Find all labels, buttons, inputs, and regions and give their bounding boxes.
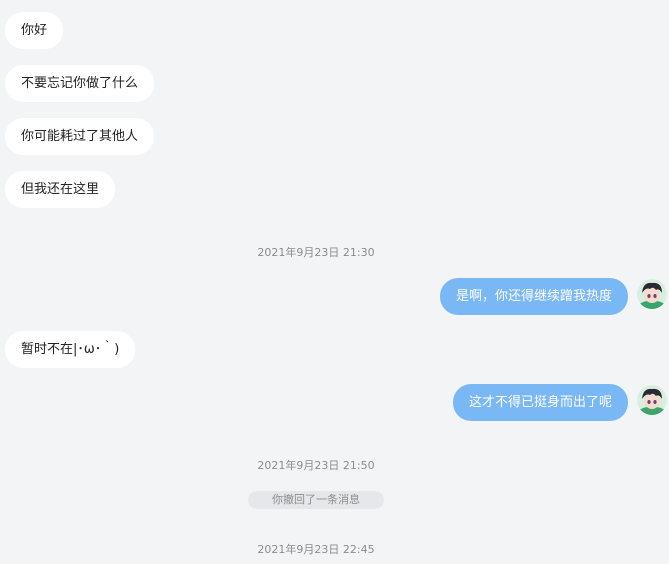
avatar-image (637, 385, 667, 415)
outgoing-message[interactable]: 是啊，你还得继续蹭我热度 (439, 278, 628, 315)
chat-message-list[interactable]: 你好 不要忘记你做了什么 你可能耗过了其他人 但我还在这里 2021年9月23日… (0, 0, 669, 564)
message-timestamp: 2021年9月23日 22:45 (257, 543, 375, 556)
message-timestamp: 2021年9月23日 21:50 (257, 459, 375, 472)
user-avatar[interactable] (637, 385, 667, 415)
recall-notice: 你撤回了一条消息 (248, 491, 384, 509)
avatar-image (637, 279, 667, 309)
message-timestamp: 2021年9月23日 21:30 (257, 246, 375, 259)
incoming-message[interactable]: 不要忘记你做了什么 (5, 65, 155, 102)
incoming-message[interactable]: 但我还在这里 (5, 171, 116, 208)
outgoing-message[interactable]: 这才不得已挺身而出了呢 (452, 384, 628, 421)
user-avatar[interactable] (637, 279, 667, 309)
incoming-message[interactable]: 暂时不在|･ω･｀) (5, 331, 136, 368)
incoming-message[interactable]: 你好 (5, 12, 64, 49)
incoming-message[interactable]: 你可能耗过了其他人 (5, 118, 155, 155)
